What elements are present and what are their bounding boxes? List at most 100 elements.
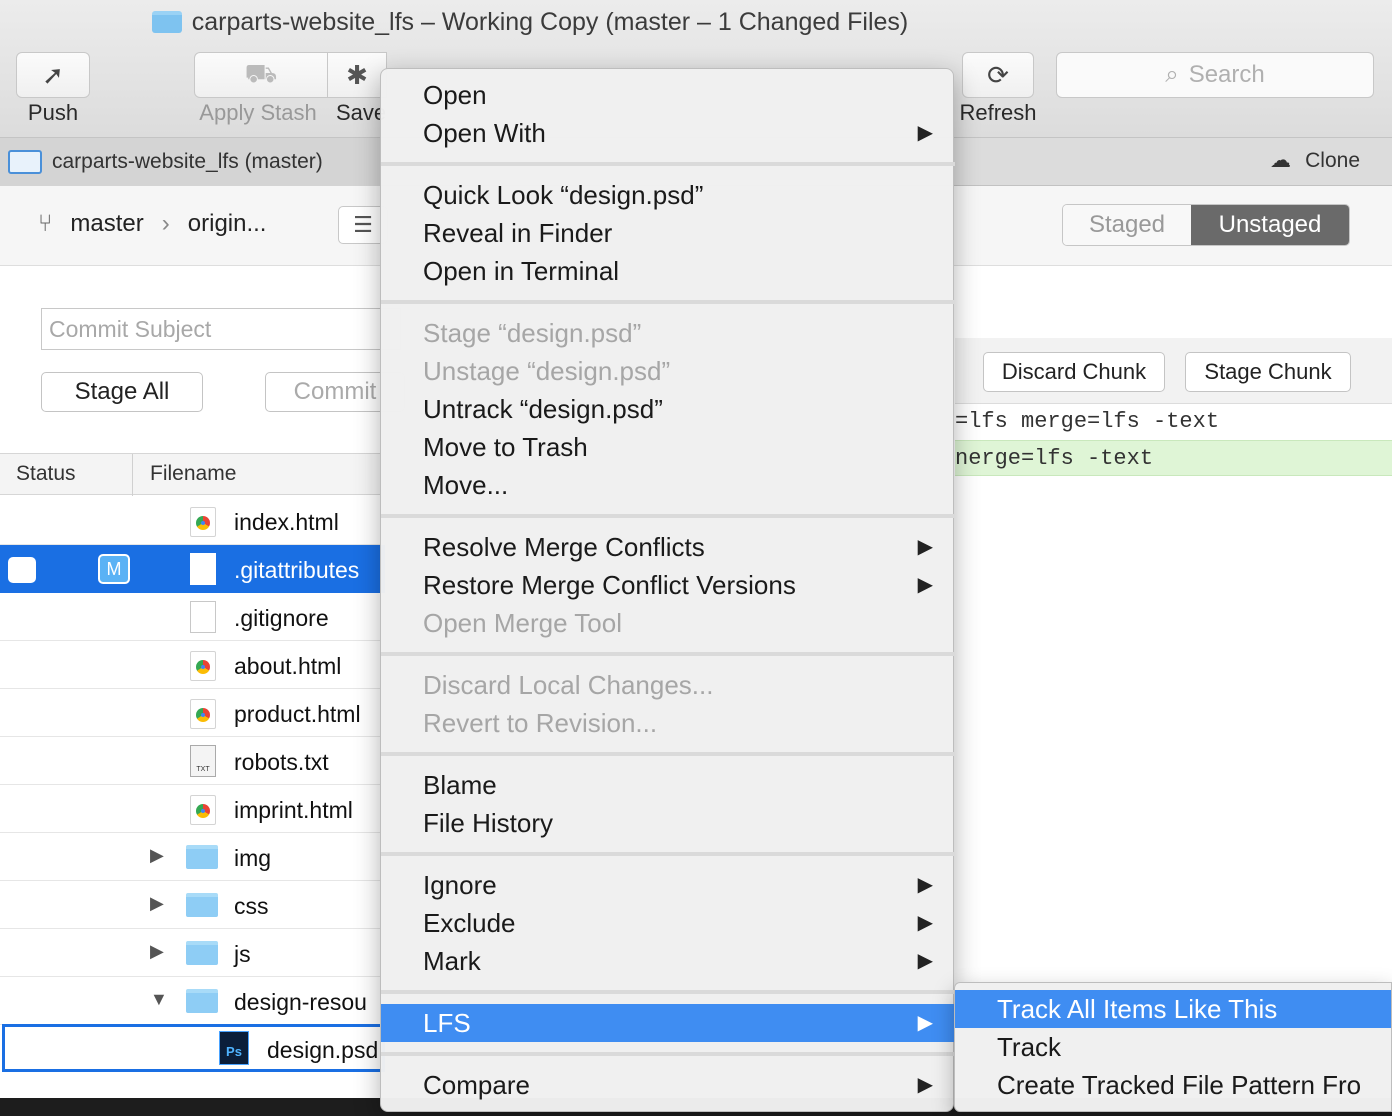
menu-item-ignore[interactable]: Ignore▶ (381, 866, 955, 904)
text-file-icon: TXT (190, 745, 216, 777)
clone-label: Clone (1305, 149, 1360, 173)
menu-item-blame[interactable]: Blame (381, 766, 955, 804)
folder-icon (8, 150, 42, 174)
folder-name: img (234, 845, 271, 872)
search-icon: ⌕ (1165, 61, 1178, 89)
clone-button[interactable]: ☁ Clone (1270, 148, 1360, 173)
menu-item-reveal-in-finder[interactable]: Reveal in Finder (381, 214, 955, 252)
menu-item-resolve-merge-conflicts[interactable]: Resolve Merge Conflicts▶ (381, 528, 955, 566)
push-button[interactable]: ➚ (16, 52, 90, 98)
staged-unstaged-toggle: Staged Unstaged (1062, 204, 1350, 246)
menu-item-track-all-items[interactable]: Track All Items Like This (955, 990, 1392, 1028)
menu-item-label: Blame (423, 770, 497, 800)
refresh-button[interactable]: ⟳ (962, 52, 1034, 98)
menu-item-label: Discard Local Changes... (423, 670, 713, 700)
document-icon (190, 553, 216, 585)
search-input[interactable]: ⌕ Search (1056, 52, 1374, 98)
menu-item-open[interactable]: Open (381, 76, 955, 114)
folder-icon (152, 11, 182, 33)
apply-stash-button[interactable]: ⛟ (194, 52, 328, 98)
window-title: carparts-website_lfs – Working Copy (mas… (0, 8, 1060, 37)
submenu-arrow-icon: ▶ (918, 114, 933, 152)
table-row[interactable]: imprint.html (0, 785, 385, 833)
table-row[interactable]: ▶ img (0, 833, 385, 881)
file-name: index.html (234, 509, 339, 536)
chrome-html-icon (190, 795, 216, 825)
filename-column-header[interactable]: Filename (150, 462, 236, 486)
branch-name[interactable]: master (70, 210, 143, 238)
menu-item-label: Mark (423, 946, 481, 976)
menu-item-exclude[interactable]: Exclude▶ (381, 904, 955, 942)
menu-item-untrack[interactable]: Untrack “design.psd” (381, 390, 955, 428)
repo-tab[interactable]: carparts-website_lfs (master) (0, 138, 380, 186)
submenu-arrow-icon: ▶ (918, 1004, 933, 1042)
table-row[interactable]: index.html (0, 497, 385, 545)
folder-icon (186, 845, 218, 869)
table-row[interactable]: .gitignore (0, 593, 385, 641)
table-row[interactable]: about.html (0, 641, 385, 689)
psd-icon: Ps (219, 1031, 249, 1065)
table-row[interactable]: TXT robots.txt (0, 737, 385, 785)
menu-item-track[interactable]: Track (955, 1028, 1392, 1066)
commit-subject-input[interactable]: Commit Subject (41, 308, 401, 350)
menu-item-quick-look[interactable]: Quick Look “design.psd” (381, 176, 955, 214)
menu-item-discard-local-changes: Discard Local Changes... (381, 666, 955, 704)
menu-item-mark[interactable]: Mark▶ (381, 942, 955, 980)
menu-item-label: Open in Terminal (423, 256, 619, 286)
stage-checkbox[interactable] (8, 557, 36, 583)
disclosure-triangle-icon[interactable]: ▶ (150, 845, 164, 866)
file-name: robots.txt (234, 749, 329, 776)
remote-branch[interactable]: origin... (188, 210, 267, 238)
disclosure-triangle-icon[interactable]: ▶ (150, 941, 164, 962)
menu-item-label: Quick Look “design.psd” (423, 180, 703, 210)
table-row[interactable]: product.html (0, 689, 385, 737)
table-row[interactable]: M .gitattributes (0, 545, 385, 593)
list-icon: ☰ (353, 212, 373, 237)
file-list-header: Status Filename (0, 453, 385, 495)
menu-item-move-to-trash[interactable]: Move to Trash (381, 428, 955, 466)
stage-chunk-button[interactable]: Stage Chunk (1185, 352, 1351, 392)
menu-item-label: Reveal in Finder (423, 218, 612, 248)
window-title-text: carparts-website_lfs – Working Copy (mas… (192, 8, 909, 36)
stage-all-button[interactable]: Stage All (41, 372, 203, 412)
table-row[interactable]: Ps design.psd (2, 1024, 385, 1072)
context-menu: Open Open With▶ Quick Look “design.psd” … (380, 68, 954, 1112)
table-row[interactable]: ▼ design-resou (0, 977, 385, 1025)
breadcrumb: ⑂ master › origin... (38, 210, 266, 238)
menu-item-label: Resolve Merge Conflicts (423, 532, 705, 562)
menu-item-unstage: Unstage “design.psd” (381, 352, 955, 390)
file-name: .gitignore (234, 605, 329, 632)
menu-item-file-history[interactable]: File History (381, 804, 955, 842)
disclosure-triangle-down-icon[interactable]: ▼ (150, 989, 168, 1010)
folder-name: css (234, 893, 269, 920)
push-arrow-icon: ➚ (42, 60, 64, 91)
staged-tab[interactable]: Staged (1063, 205, 1191, 245)
unstaged-tab[interactable]: Unstaged (1191, 205, 1349, 245)
folder-name: js (234, 941, 251, 968)
menu-item-restore-merge-conflict-versions[interactable]: Restore Merge Conflict Versions▶ (381, 566, 955, 604)
menu-item-compare[interactable]: Compare▶ (381, 1066, 955, 1104)
menu-item-create-tracked-pattern[interactable]: Create Tracked File Pattern Fro (955, 1066, 1392, 1104)
chevron-right-icon: › (162, 210, 170, 238)
table-row[interactable]: ▶ js (0, 929, 385, 977)
save-stash-button[interactable]: ✱ (327, 52, 387, 98)
menu-separator (381, 852, 955, 856)
column-divider[interactable] (132, 454, 133, 496)
discard-chunk-button[interactable]: Discard Chunk (983, 352, 1165, 392)
folder-icon (186, 989, 218, 1013)
document-icon (190, 601, 216, 633)
chrome-html-icon (190, 651, 216, 681)
menu-item-open-in-terminal[interactable]: Open in Terminal (381, 252, 955, 290)
menu-item-open-merge-tool: Open Merge Tool (381, 604, 955, 642)
menu-item-lfs[interactable]: LFS▶ (381, 1004, 955, 1042)
menu-item-open-with[interactable]: Open With▶ (381, 114, 955, 152)
menu-item-revert-to-revision: Revert to Revision... (381, 704, 955, 742)
menu-item-move[interactable]: Move... (381, 466, 955, 504)
search-placeholder: Search (1189, 61, 1265, 89)
menu-item-label: File History (423, 808, 553, 838)
disclosure-triangle-icon[interactable]: ▶ (150, 893, 164, 914)
menu-separator (381, 514, 955, 518)
table-row[interactable]: ▶ css (0, 881, 385, 929)
status-column-header[interactable]: Status (16, 462, 76, 486)
menu-item-label: Exclude (423, 908, 516, 938)
